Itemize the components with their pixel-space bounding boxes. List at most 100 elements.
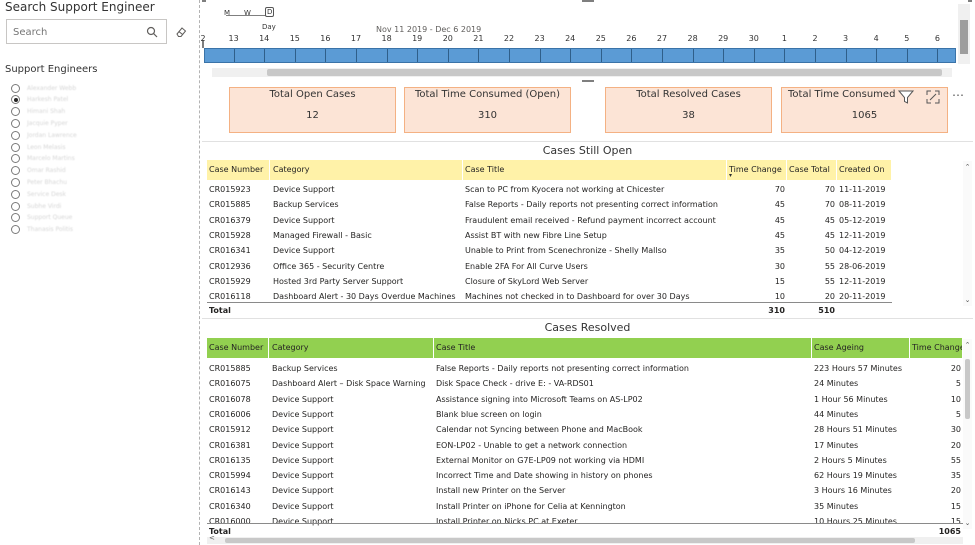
timeline-day-label[interactable]: 6 xyxy=(935,34,940,43)
engineer-item[interactable]: Harkesh Patel xyxy=(11,94,68,106)
column-header[interactable]: Case Title xyxy=(463,160,727,180)
timeline-day-label[interactable]: 21 xyxy=(473,34,483,43)
column-header[interactable]: Case Total xyxy=(787,160,837,180)
table-row[interactable]: CR015885 Backup Services False Reports - D… xyxy=(207,197,892,212)
eraser-icon[interactable] xyxy=(175,26,187,38)
table-row[interactable]: CR015994 Device Support Incorrect Time and… xyxy=(207,468,963,483)
table-row[interactable]: CR016381 Device Support EON-LP02 - Unable … xyxy=(207,438,963,453)
timeline-day-label[interactable]: 17 xyxy=(351,34,361,43)
granularity-week[interactable]: W xyxy=(244,9,251,17)
scroll-down-icon[interactable]: ⌄ xyxy=(963,296,972,304)
timeline-day-label[interactable]: 2 xyxy=(812,34,817,43)
scroll-down-icon[interactable]: ⌄ xyxy=(963,519,972,527)
radio-button[interactable] xyxy=(11,154,20,164)
engineer-item[interactable]: Support Queue xyxy=(11,212,72,224)
timeline-day-label[interactable]: 14 xyxy=(259,34,269,43)
table-row[interactable]: CR015928 Managed Firewall - Basic Assist B… xyxy=(207,228,892,243)
timeline-day-label[interactable]: 1 xyxy=(782,34,787,43)
radio-button[interactable] xyxy=(11,177,20,187)
timeline-day-label[interactable]: 25 xyxy=(596,34,606,43)
timeline-day-label[interactable]: 13 xyxy=(229,34,239,43)
timeline-day-label[interactable]: 28 xyxy=(688,34,698,43)
resolved-table-hscrollbar[interactable]: < xyxy=(207,534,963,544)
search-box[interactable] xyxy=(6,19,167,44)
engineer-item[interactable]: Subhe Virdi xyxy=(11,200,61,212)
timeline-day-label[interactable]: 16 xyxy=(320,34,330,43)
table-row[interactable]: CR015923 Device Support Scan to PC from Ky… xyxy=(207,182,892,197)
timeline-scrollbar[interactable] xyxy=(212,68,952,77)
table-row[interactable]: CR016006 Device Support Blank blue screen … xyxy=(207,407,963,422)
table-row[interactable]: CR015929 Hosted 3rd Party Server Support C… xyxy=(207,274,892,289)
column-header[interactable]: Case Ageing xyxy=(812,338,910,358)
engineer-item[interactable]: Omar Rashid xyxy=(11,165,66,177)
column-header[interactable]: Created On xyxy=(837,160,892,180)
engineer-item[interactable]: Himani Shah xyxy=(11,106,65,118)
radio-button[interactable] xyxy=(11,130,20,140)
engineer-item[interactable]: Thanasis Politis xyxy=(11,224,73,236)
engineer-item[interactable]: Peter Bhachu xyxy=(11,176,67,188)
column-header[interactable]: Category xyxy=(270,338,434,358)
column-header[interactable]: Time Change xyxy=(727,160,787,180)
radio-button[interactable] xyxy=(11,213,20,223)
timeline-day-label[interactable]: 18 xyxy=(382,34,392,43)
more-options-icon[interactable]: ⋯ xyxy=(952,88,965,102)
radio-button[interactable] xyxy=(11,201,20,211)
scroll-left-icon[interactable]: < xyxy=(209,534,215,542)
resolved-scroll-thumb[interactable] xyxy=(965,359,970,419)
table-row[interactable]: CR016135 Device Support External Monitor o… xyxy=(207,453,963,468)
table-row[interactable]: CR016075 Dashboard Alert – Disk Space War… xyxy=(207,376,963,391)
table-row[interactable]: CR016341 Device Support Unable to Print fr… xyxy=(207,243,892,258)
table-row[interactable]: CR016143 Device Support Install new Printe… xyxy=(207,483,963,498)
table-row[interactable]: CR015885 Backup Services False Reports - D… xyxy=(207,361,963,376)
timeline-day-label[interactable]: 30 xyxy=(749,34,759,43)
timeline-vertical-thumb[interactable] xyxy=(960,20,968,54)
resolved-table-scrollbar[interactable]: ⌃ ⌄ xyxy=(963,339,972,529)
timeline-day-label[interactable]: 2 xyxy=(200,34,205,43)
timeline-day-label[interactable]: 24 xyxy=(565,34,575,43)
timeline-day-label[interactable]: 19 xyxy=(412,34,422,43)
granularity-day[interactable]: D xyxy=(265,7,275,17)
radio-button[interactable] xyxy=(11,95,20,105)
resolved-hscroll-thumb[interactable] xyxy=(225,538,915,543)
scroll-up-icon[interactable]: ⌃ xyxy=(963,341,972,349)
timeline-day-label[interactable]: 22 xyxy=(504,34,514,43)
column-header[interactable]: Case Number xyxy=(207,338,269,358)
table-row[interactable]: CR016340 Device Support Install Printer on… xyxy=(207,499,963,514)
radio-button[interactable] xyxy=(11,118,20,128)
open-table-scrollbar[interactable]: ⌃ ⌄ xyxy=(963,161,972,306)
timeline-vertical-scrollbar[interactable] xyxy=(958,4,970,64)
search-input[interactable] xyxy=(13,24,138,40)
radio-button[interactable] xyxy=(11,83,20,93)
filter-icon[interactable] xyxy=(898,90,914,104)
timeline-day-label[interactable]: 4 xyxy=(874,34,879,43)
search-icon[interactable] xyxy=(146,26,158,38)
table-row[interactable]: CR016379 Device Support Fraudulent email r… xyxy=(207,213,892,228)
radio-button[interactable] xyxy=(11,107,20,117)
timeline-day-label[interactable]: 15 xyxy=(290,34,300,43)
table-row[interactable]: CR015912 Device Support Calendar not Synci… xyxy=(207,422,963,437)
granularity-month[interactable]: M xyxy=(224,9,230,17)
timeline-day-label[interactable]: 26 xyxy=(626,34,636,43)
radio-button[interactable] xyxy=(11,142,20,152)
engineer-item[interactable]: Jacquie Pyper xyxy=(11,117,68,129)
timeline-day-label[interactable]: 3 xyxy=(843,34,848,43)
timeline-day-label[interactable]: 23 xyxy=(535,34,545,43)
radio-button[interactable] xyxy=(11,189,20,199)
engineer-item[interactable]: Jordan Lawrence xyxy=(11,129,77,141)
column-header[interactable]: Category xyxy=(271,160,463,180)
timeline-bar[interactable] xyxy=(204,48,956,63)
focus-mode-icon[interactable] xyxy=(926,90,940,104)
table-row[interactable]: CR016078 Device Support Assistance signing… xyxy=(207,392,963,407)
timeline-day-label[interactable]: 27 xyxy=(657,34,667,43)
scroll-up-icon[interactable]: ⌃ xyxy=(963,163,972,171)
timeline-day-label[interactable]: 29 xyxy=(718,34,728,43)
column-header[interactable]: Time Change xyxy=(910,338,963,358)
engineer-item[interactable]: Marcelo Martins xyxy=(11,153,75,165)
table-row[interactable]: CR012936 Office 365 - Security Centre Enab… xyxy=(207,259,892,274)
engineer-item[interactable]: Service Desk xyxy=(11,188,66,200)
engineer-item[interactable]: Leon Melasis xyxy=(11,141,65,153)
engineer-item[interactable]: Alexander Webb xyxy=(11,82,76,94)
timeline-day-label[interactable]: 20 xyxy=(443,34,453,43)
radio-button[interactable] xyxy=(11,225,20,235)
timeline-scroll-thumb[interactable] xyxy=(267,69,942,76)
